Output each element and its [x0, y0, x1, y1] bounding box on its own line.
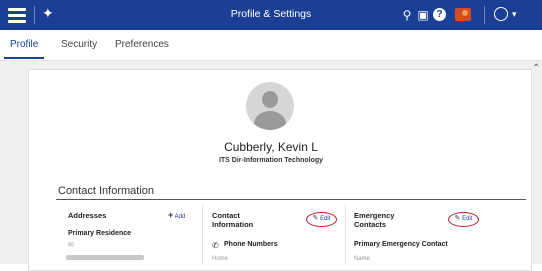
- help-icon[interactable]: ?: [433, 8, 446, 21]
- camera-icon[interactable]: ▣: [416, 7, 430, 23]
- emergency-name-label: Name: [354, 256, 371, 262]
- primary-residence-label: Primary Residence: [68, 230, 132, 237]
- add-address-button[interactable]: + Add: [168, 210, 185, 220]
- pencil-icon: ✎: [454, 215, 461, 222]
- search-icon[interactable]: ⚲: [400, 7, 414, 23]
- phone-icon: ✆: [212, 241, 219, 250]
- profile-name: Cubberly, Kevin L: [224, 140, 318, 154]
- contact-info-title: Contact Information: [212, 211, 254, 229]
- avatar: [246, 82, 294, 130]
- addresses-title: Addresses: [68, 211, 107, 220]
- redacted-address: [66, 255, 144, 260]
- section-divider: [56, 199, 526, 200]
- column-divider: [202, 205, 203, 264]
- mail-icon: ✉: [68, 242, 74, 249]
- column-divider: [345, 205, 346, 264]
- user-icon[interactable]: [494, 7, 508, 21]
- tab-profile[interactable]: Profile: [3, 39, 45, 59]
- divider: [484, 6, 485, 24]
- emergency-contacts-title: Emergency Contacts: [354, 211, 395, 229]
- scroll-up-icon[interactable]: ⌃: [532, 63, 540, 74]
- phone-home-label: Home: [212, 256, 229, 262]
- edit-emergency-contacts-button[interactable]: ✎ Edit: [448, 212, 479, 227]
- plus-icon: +: [168, 210, 174, 220]
- edit-contact-info-button[interactable]: ✎ Edit: [306, 212, 337, 227]
- pencil-icon: ✎: [312, 215, 319, 222]
- profile-department: ITS Dir-Information Technology: [218, 157, 324, 164]
- notification-icon[interactable]: [455, 8, 471, 21]
- chevron-down-icon[interactable]: ▾: [512, 9, 517, 20]
- tab-preferences[interactable]: Preferences: [115, 39, 169, 50]
- section-title: Contact Information: [58, 185, 154, 197]
- phone-numbers-label: Phone Numbers: [224, 241, 278, 248]
- tab-security[interactable]: Security: [61, 39, 97, 50]
- top-bar: ✦ Profile & Settings ⚲ ▣ ? ▾: [0, 0, 542, 30]
- tab-bar: Profile Security Preferences: [0, 30, 542, 61]
- primary-emergency-contact-label: Primary Emergency Contact: [354, 241, 448, 248]
